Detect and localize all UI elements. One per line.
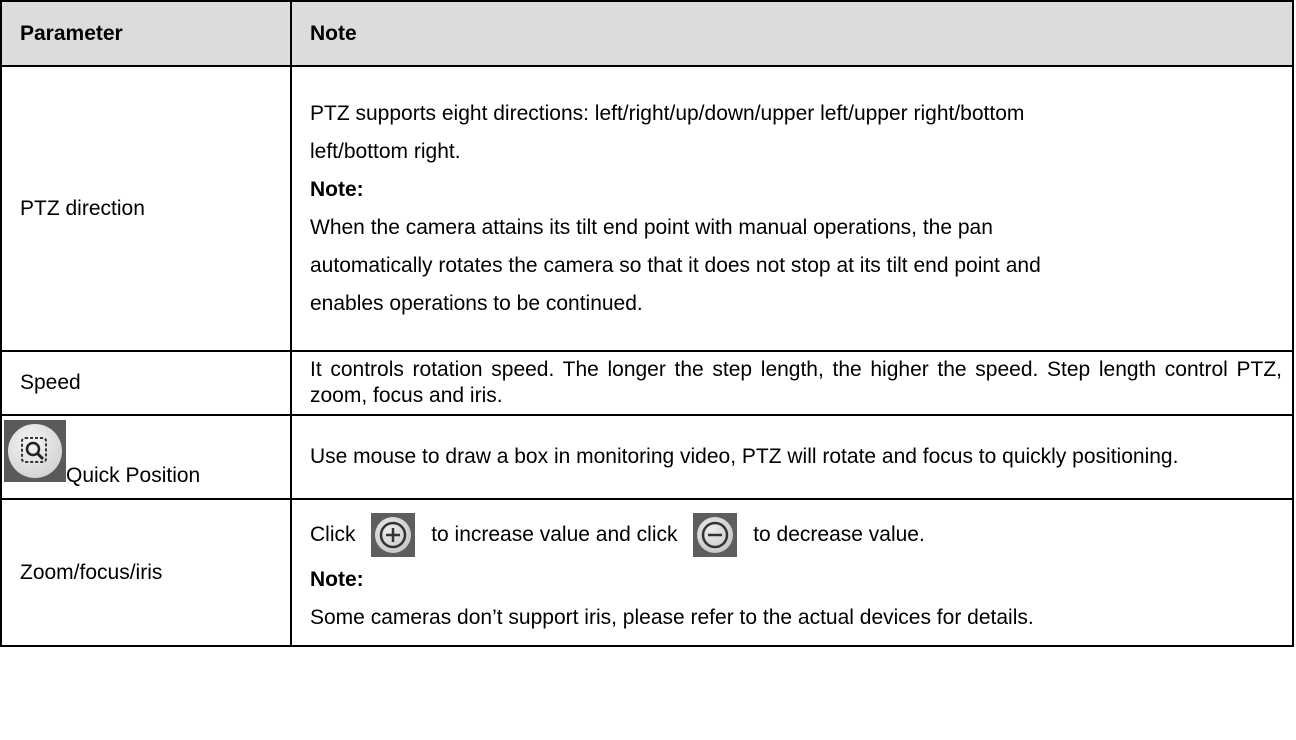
parameter-label: Quick Position bbox=[66, 464, 201, 487]
note-text: PTZ supports eight directions: left/righ… bbox=[310, 101, 1025, 125]
table-row: Quick Position Use mouse to draw a box i… bbox=[0, 414, 1294, 500]
note-text: left/bottom right. bbox=[310, 139, 461, 163]
note-text: When the camera attains its tilt end poi… bbox=[310, 215, 993, 239]
parameter-cell: Speed bbox=[0, 350, 292, 416]
minus-icon[interactable] bbox=[693, 512, 738, 557]
note-text: automatically rotates the camera so that… bbox=[310, 253, 1041, 277]
parameter-cell: Zoom/focus/iris bbox=[0, 498, 292, 647]
note-text: Some cameras don’t support iris, please … bbox=[310, 605, 1034, 629]
note-cell: Use mouse to draw a box in monitoring vi… bbox=[290, 414, 1294, 500]
table-row: PTZ direction PTZ supports eight directi… bbox=[0, 65, 1294, 352]
header-note: Note bbox=[290, 0, 1294, 67]
decrease-text: to decrease value. bbox=[753, 522, 925, 546]
table-row: Zoom/focus/iris Click to increase value … bbox=[0, 498, 1294, 647]
note-label: Note: bbox=[310, 177, 364, 201]
parameter-cell: Quick Position bbox=[0, 414, 292, 500]
header-parameter: Parameter bbox=[0, 0, 292, 67]
table-header-row: Parameter Note bbox=[0, 0, 1294, 67]
note-text: Use mouse to draw a box in monitoring vi… bbox=[310, 445, 1179, 468]
note-text: It controls rotation speed. The longer t… bbox=[310, 358, 1282, 407]
note-cell: It controls rotation speed. The longer t… bbox=[290, 350, 1294, 416]
plus-icon[interactable] bbox=[371, 512, 416, 557]
quick-position-icon[interactable] bbox=[4, 420, 66, 482]
parameter-cell: PTZ direction bbox=[0, 65, 292, 352]
parameter-table: Parameter Note PTZ direction PTZ support… bbox=[0, 0, 1294, 647]
click-instruction: Click to increase value and click to dec… bbox=[310, 509, 1282, 561]
note-cell: PTZ supports eight directions: left/righ… bbox=[290, 65, 1294, 352]
note-text: enables operations to be continued. bbox=[310, 291, 643, 315]
table-row: Speed It controls rotation speed. The lo… bbox=[0, 350, 1294, 416]
increase-text: to increase value and click bbox=[431, 522, 678, 546]
note-cell: Click to increase value and click to dec… bbox=[290, 498, 1294, 647]
note-label: Note: bbox=[310, 567, 364, 591]
click-text: Click bbox=[310, 522, 356, 546]
